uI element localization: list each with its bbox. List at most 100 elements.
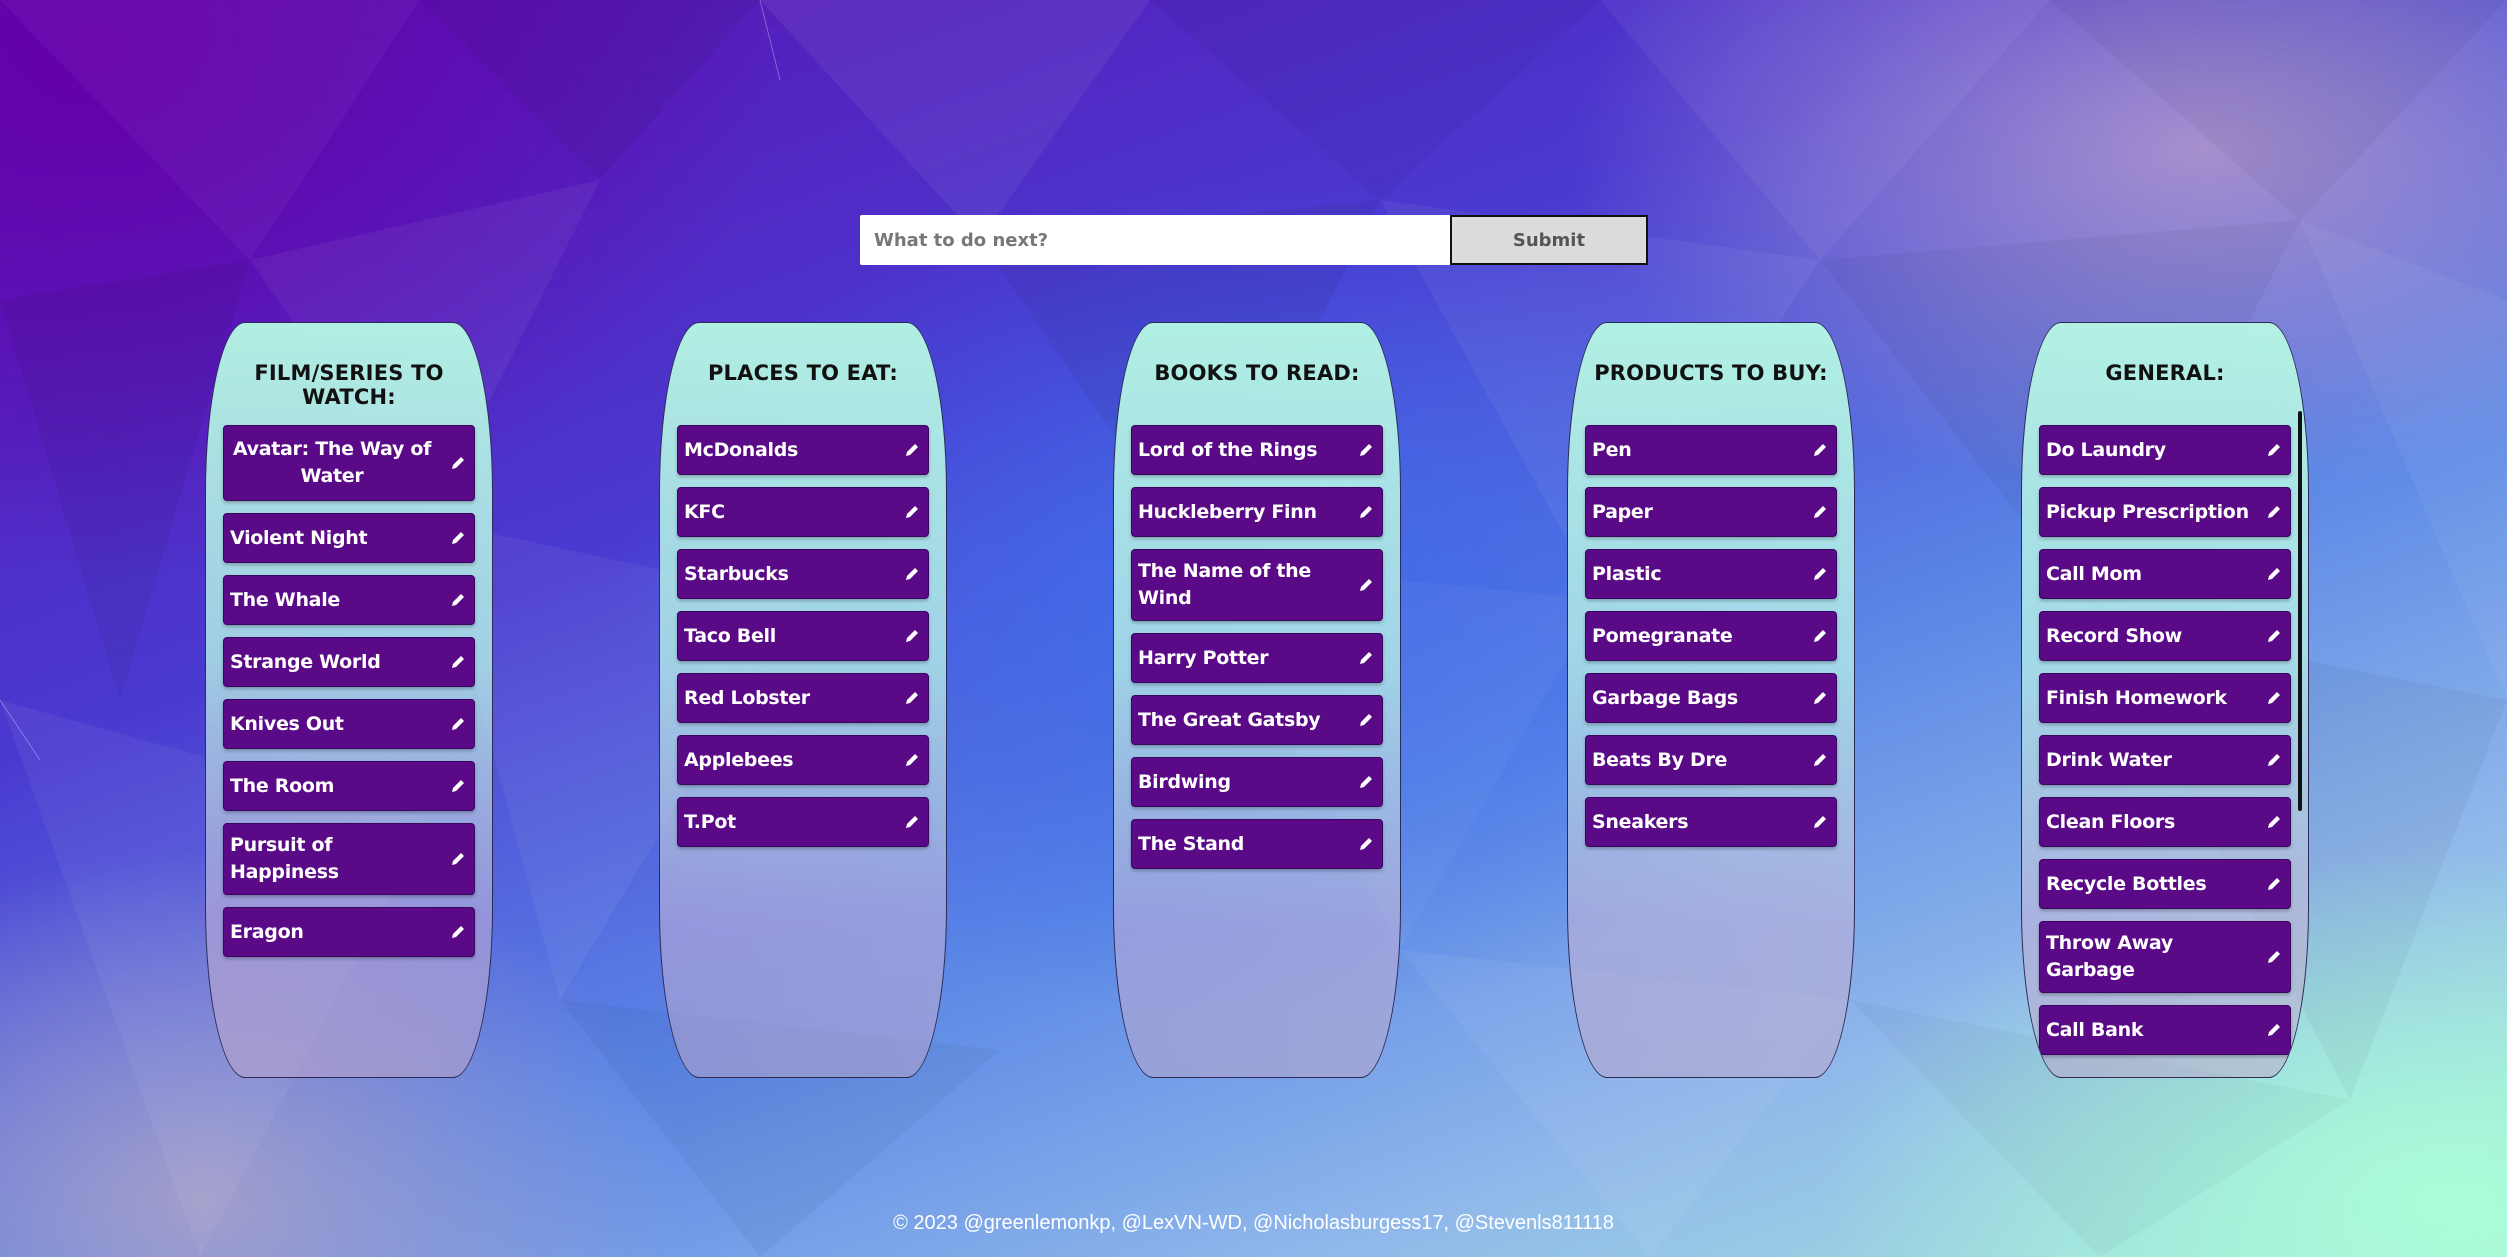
new-item-form: Submit xyxy=(860,215,1648,265)
list-item[interactable]: Plastic xyxy=(1585,549,1837,599)
list-item[interactable]: Lord of the Rings xyxy=(1131,425,1383,475)
pencil-icon[interactable] xyxy=(1356,772,1376,792)
list-item[interactable]: Eragon xyxy=(223,907,475,957)
list-item[interactable]: Sneakers xyxy=(1585,797,1837,847)
list-item[interactable]: Applebees xyxy=(677,735,929,785)
places-to-eat-list: PLACES TO EAT: McDonalds KFC Starbucks T… xyxy=(659,322,947,1078)
list-item[interactable]: Pursuit of Happiness xyxy=(223,823,475,895)
pencil-icon[interactable] xyxy=(1356,834,1376,854)
pencil-icon[interactable] xyxy=(2264,440,2284,460)
list-item[interactable]: Strange World xyxy=(223,637,475,687)
item-label: The Room xyxy=(230,774,335,797)
list-item[interactable]: The Great Gatsby xyxy=(1131,695,1383,745)
pencil-icon[interactable] xyxy=(2264,502,2284,522)
pencil-icon[interactable] xyxy=(1356,502,1376,522)
item-label: Call Mom xyxy=(2046,562,2142,585)
list-item[interactable]: Birdwing xyxy=(1131,757,1383,807)
list-item[interactable]: Harry Potter xyxy=(1131,633,1383,683)
list-item[interactable]: KFC xyxy=(677,487,929,537)
pencil-icon[interactable] xyxy=(2264,564,2284,584)
pencil-icon[interactable] xyxy=(448,776,468,796)
list-item[interactable]: Knives Out xyxy=(223,699,475,749)
pencil-icon[interactable] xyxy=(1810,688,1830,708)
pencil-icon[interactable] xyxy=(902,750,922,770)
item-label: McDonalds xyxy=(684,438,799,461)
list-item[interactable]: Huckleberry Finn xyxy=(1131,487,1383,537)
item-label: Eragon xyxy=(230,920,304,943)
pencil-icon[interactable] xyxy=(902,440,922,460)
pencil-icon[interactable] xyxy=(2264,1020,2284,1040)
list-item[interactable]: Recycle Bottles xyxy=(2039,859,2291,909)
books-to-read-list: BOOKS TO READ: Lord of the Rings Huckleb… xyxy=(1113,322,1401,1078)
pencil-icon[interactable] xyxy=(902,812,922,832)
pencil-icon[interactable] xyxy=(1810,564,1830,584)
list-item[interactable]: The Whale xyxy=(223,575,475,625)
list-item[interactable]: Throw Away Garbage xyxy=(2039,921,2291,993)
list-item[interactable]: Red Lobster xyxy=(677,673,929,723)
pencil-icon[interactable] xyxy=(2264,812,2284,832)
list-item[interactable]: Finish Homework xyxy=(2039,673,2291,723)
list-item[interactable]: The Room xyxy=(223,761,475,811)
list-item[interactable]: Avatar: The Way of Water xyxy=(223,425,475,501)
pencil-icon[interactable] xyxy=(902,688,922,708)
pencil-icon[interactable] xyxy=(1810,812,1830,832)
item-label: Starbucks xyxy=(684,562,789,585)
pencil-icon[interactable] xyxy=(902,502,922,522)
pencil-icon[interactable] xyxy=(1356,648,1376,668)
submit-button[interactable]: Submit xyxy=(1450,215,1648,265)
item-label: Violent Night xyxy=(230,526,368,549)
item-label: Pen xyxy=(1592,438,1632,461)
list-item[interactable]: The Name of the Wind xyxy=(1131,549,1383,621)
list-item[interactable]: Violent Night xyxy=(223,513,475,563)
pencil-icon[interactable] xyxy=(448,849,468,869)
pencil-icon[interactable] xyxy=(1356,440,1376,460)
pencil-icon[interactable] xyxy=(902,564,922,584)
pencil-icon[interactable] xyxy=(2264,626,2284,646)
pencil-icon[interactable] xyxy=(1810,626,1830,646)
list-item[interactable]: Clean Floors xyxy=(2039,797,2291,847)
scrollbar[interactable] xyxy=(2298,411,2302,811)
list-item[interactable]: McDonalds xyxy=(677,425,929,475)
list-item[interactable]: Pomegranate xyxy=(1585,611,1837,661)
pencil-icon[interactable] xyxy=(448,590,468,610)
pencil-icon[interactable] xyxy=(448,453,468,473)
list-item[interactable]: Pen xyxy=(1585,425,1837,475)
item-label: Beats By Dre xyxy=(1592,748,1728,771)
pencil-icon[interactable] xyxy=(448,652,468,672)
list-item[interactable]: Record Show xyxy=(2039,611,2291,661)
list-item[interactable]: Starbucks xyxy=(677,549,929,599)
pencil-icon[interactable] xyxy=(902,626,922,646)
list-item[interactable]: Garbage Bags xyxy=(1585,673,1837,723)
list-item[interactable]: Call Mom xyxy=(2039,549,2291,599)
item-label: Pursuit of Happiness xyxy=(230,834,339,883)
pencil-icon[interactable] xyxy=(448,714,468,734)
item-label: Recycle Bottles xyxy=(2046,872,2207,895)
list-title: PRODUCTS TO BUY: xyxy=(1594,361,1828,385)
pencil-icon[interactable] xyxy=(1356,575,1376,595)
item-label: Paper xyxy=(1592,500,1653,523)
list-item[interactable]: Pickup Prescription xyxy=(2039,487,2291,537)
pencil-icon[interactable] xyxy=(2264,688,2284,708)
pencil-icon[interactable] xyxy=(1810,502,1830,522)
list-item[interactable]: Paper xyxy=(1585,487,1837,537)
list-item[interactable]: Beats By Dre xyxy=(1585,735,1837,785)
pencil-icon[interactable] xyxy=(2264,750,2284,770)
item-label: Pomegranate xyxy=(1592,624,1733,647)
products-to-buy-list: PRODUCTS TO BUY: Pen Paper Plastic Pomeg… xyxy=(1567,322,1855,1078)
list-item[interactable]: Do Laundry xyxy=(2039,425,2291,475)
list-item[interactable]: Taco Bell xyxy=(677,611,929,661)
item-label: Sneakers xyxy=(1592,810,1689,833)
pencil-icon[interactable] xyxy=(2264,874,2284,894)
item-label: Strange World xyxy=(230,650,381,673)
pencil-icon[interactable] xyxy=(1810,440,1830,460)
pencil-icon[interactable] xyxy=(2264,947,2284,967)
list-item[interactable]: T.Pot xyxy=(677,797,929,847)
pencil-icon[interactable] xyxy=(1810,750,1830,770)
pencil-icon[interactable] xyxy=(448,922,468,942)
pencil-icon[interactable] xyxy=(448,528,468,548)
list-item[interactable]: The Stand xyxy=(1131,819,1383,869)
new-item-input[interactable] xyxy=(860,215,1450,265)
list-item[interactable]: Call Bank xyxy=(2039,1005,2291,1055)
list-item[interactable]: Drink Water xyxy=(2039,735,2291,785)
pencil-icon[interactable] xyxy=(1356,710,1376,730)
